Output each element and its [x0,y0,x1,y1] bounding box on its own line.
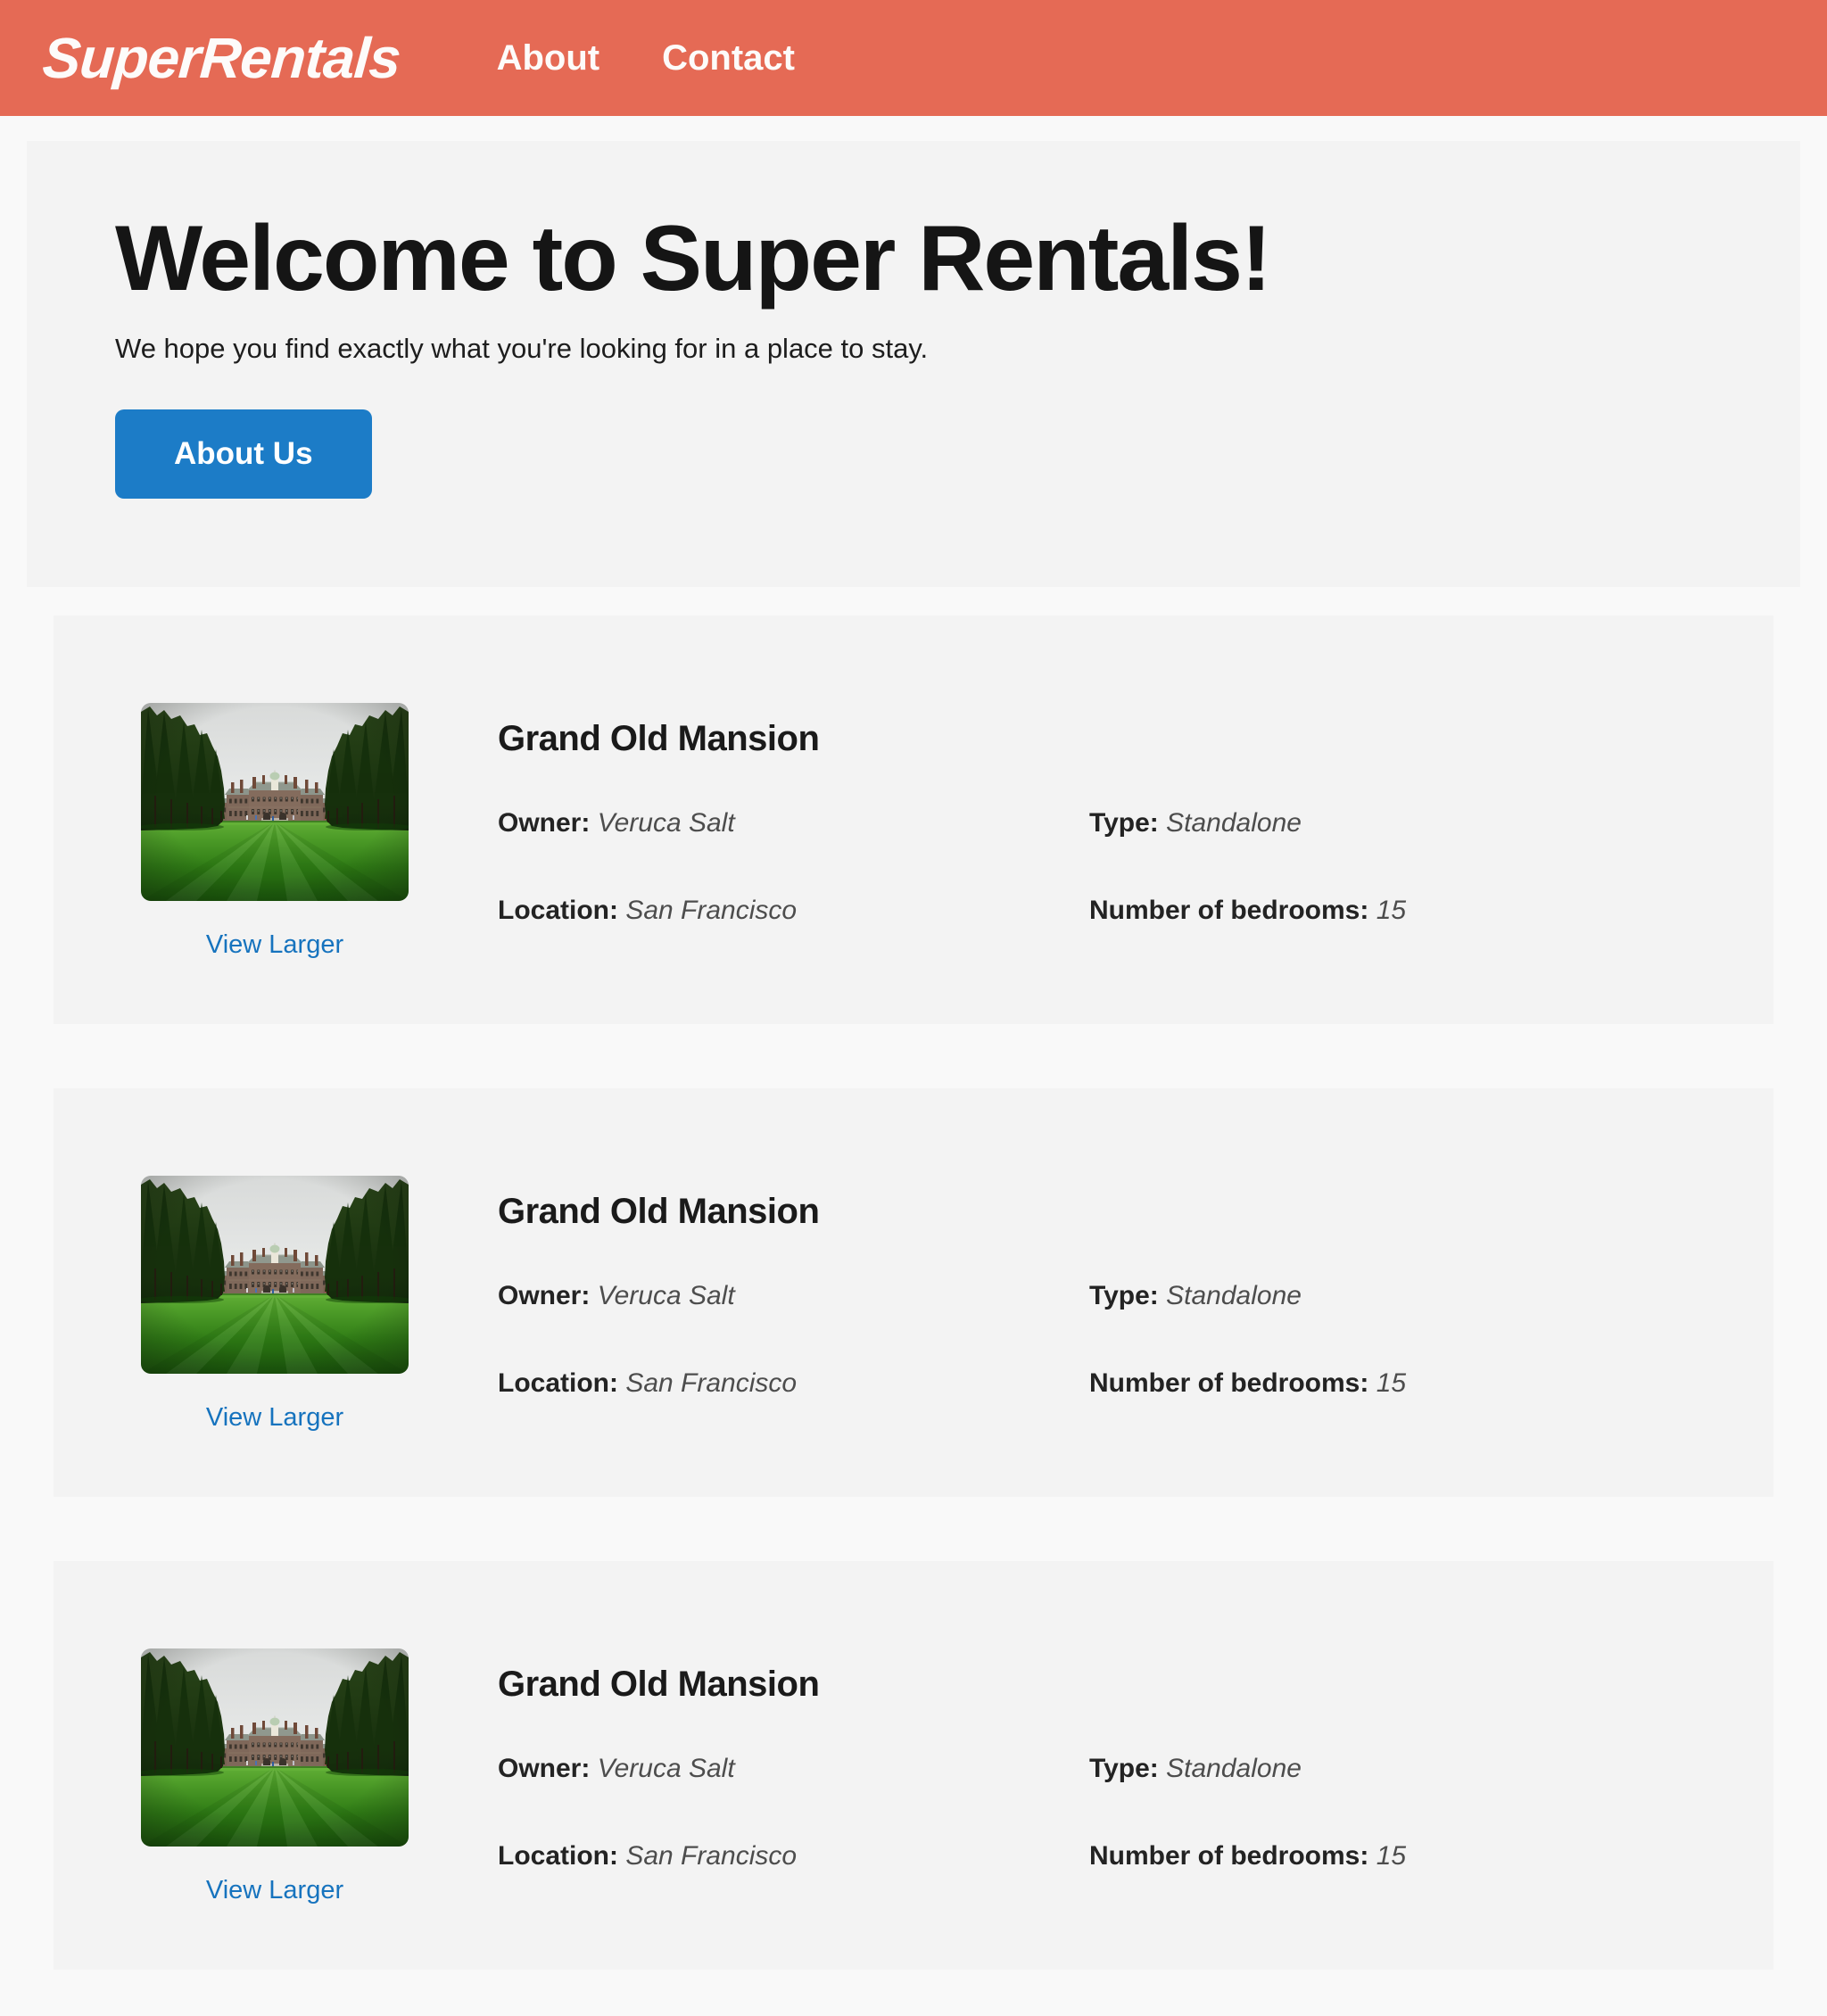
location-value: San Francisco [625,1841,798,1871]
rental-title: Grand Old Mansion [498,719,820,758]
about-us-button[interactable]: About Us [115,409,372,500]
rental-image-column: View Larger [141,1176,409,1433]
logo-link[interactable]: SuperRentals [40,25,402,91]
nav-links: About Contact [497,38,795,78]
view-larger-link[interactable]: View Larger [141,930,409,960]
nav-link-about[interactable]: About [497,38,600,78]
nav-link-contact[interactable]: Contact [662,38,795,78]
rental-card: View Larger Grand Old Mansion Owner: Ver… [54,1561,1773,1970]
rental-image-column: View Larger [141,703,409,960]
type-value: Standalone [1166,1281,1302,1310]
type-value: Standalone [1166,1754,1302,1783]
rental-title: Grand Old Mansion [498,1192,820,1231]
owner-label: Owner: [498,1281,591,1310]
type-detail: Type: Standalone [1089,1280,1738,1312]
bedrooms-detail: Number of bedrooms: 15 [1089,895,1738,927]
owner-value: Veruca Salt [597,1754,735,1783]
location-detail: Location: San Francisco [498,1367,1089,1400]
owner-value: Veruca Salt [597,1281,735,1310]
view-larger-link[interactable]: View Larger [141,1876,409,1905]
bedrooms-label: Number of bedrooms: [1089,1841,1369,1871]
rental-card: View Larger Grand Old Mansion Owner: Ver… [54,616,1773,1024]
type-label: Type: [1089,808,1159,838]
owner-value: Veruca Salt [597,808,735,838]
location-value: San Francisco [625,896,798,925]
type-detail: Type: Standalone [1089,1753,1738,1785]
location-detail: Location: San Francisco [498,1840,1089,1872]
page-subtitle: We hope you find exactly what you're loo… [115,333,929,365]
page-title: Welcome to Super Rentals! [115,207,1272,310]
type-label: Type: [1089,1754,1159,1783]
type-label: Type: [1089,1281,1159,1310]
type-value: Standalone [1166,808,1302,838]
location-value: San Francisco [625,1368,798,1398]
bedrooms-value: 15 [1376,896,1407,925]
rental-photo[interactable] [141,1648,409,1847]
navbar: SuperRentals About Contact [0,0,1827,116]
owner-detail: Owner: Veruca Salt [498,1753,1089,1785]
rental-details-grid: Owner: Veruca Salt Type: Standalone Loca… [498,1280,1738,1400]
rental-card: View Larger Grand Old Mansion Owner: Ver… [54,1088,1773,1497]
bedrooms-value: 15 [1376,1841,1407,1871]
rental-details-column: Grand Old Mansion Owner: Veruca Salt Typ… [498,1648,1773,1872]
type-detail: Type: Standalone [1089,807,1738,839]
rental-details-column: Grand Old Mansion Owner: Veruca Salt Typ… [498,1176,1773,1400]
location-label: Location: [498,1368,618,1398]
bedrooms-detail: Number of bedrooms: 15 [1089,1367,1738,1400]
location-label: Location: [498,1841,618,1871]
rental-title: Grand Old Mansion [498,1665,820,1704]
bedrooms-value: 15 [1376,1368,1407,1398]
owner-label: Owner: [498,808,591,838]
bedrooms-label: Number of bedrooms: [1089,896,1369,925]
main-content: Welcome to Super Rentals! We hope you fi… [0,141,1827,1970]
rental-details-column: Grand Old Mansion Owner: Veruca Salt Typ… [498,703,1773,927]
rental-image-column: View Larger [141,1648,409,1905]
owner-detail: Owner: Veruca Salt [498,807,1089,839]
owner-label: Owner: [498,1754,591,1783]
location-detail: Location: San Francisco [498,895,1089,927]
jumbotron: Welcome to Super Rentals! We hope you fi… [27,141,1800,587]
bedrooms-detail: Number of bedrooms: 15 [1089,1840,1738,1872]
owner-detail: Owner: Veruca Salt [498,1280,1089,1312]
rental-details-grid: Owner: Veruca Salt Type: Standalone Loca… [498,807,1738,927]
rentals-list: View Larger Grand Old Mansion Owner: Ver… [0,616,1827,1970]
bedrooms-label: Number of bedrooms: [1089,1368,1369,1398]
rental-photo[interactable] [141,1176,409,1374]
view-larger-link[interactable]: View Larger [141,1403,409,1433]
rental-details-grid: Owner: Veruca Salt Type: Standalone Loca… [498,1753,1738,1872]
rental-photo[interactable] [141,703,409,901]
location-label: Location: [498,896,618,925]
